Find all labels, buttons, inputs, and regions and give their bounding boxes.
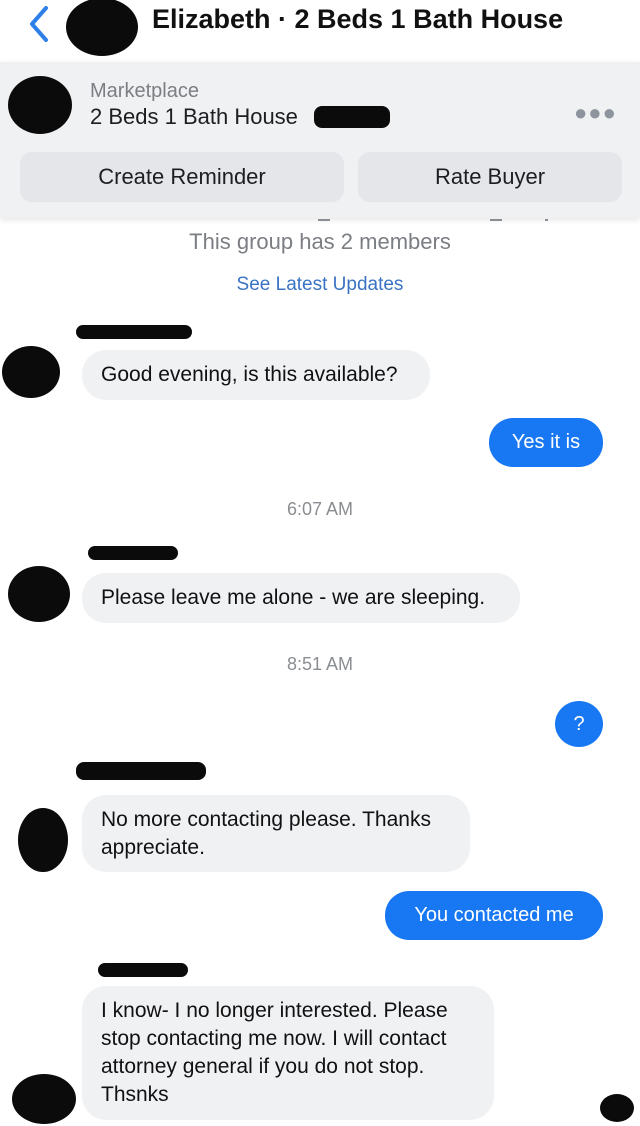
incoming-message: Good evening, is this available?: [82, 350, 430, 400]
create-reminder-button[interactable]: Create Reminder: [20, 152, 344, 202]
see-latest-updates-link[interactable]: See Latest Updates: [0, 274, 640, 296]
read-receipt-avatar: [600, 1094, 634, 1122]
incoming-message: Please leave me alone - we are sleeping.: [82, 573, 520, 623]
sender-avatar[interactable]: [12, 1074, 76, 1124]
incoming-message: I know- I no longer interested. Please s…: [82, 986, 494, 1120]
listing-title[interactable]: 2 Beds 1 Bath House: [90, 104, 298, 130]
timestamp: 6:07 AM: [286, 499, 354, 519]
more-options-icon[interactable]: ●●●: [574, 100, 617, 126]
sender-avatar[interactable]: [18, 808, 68, 872]
incoming-message: No more contacting please. Thanks apprec…: [82, 795, 470, 872]
rate-buyer-button[interactable]: Rate Buyer: [358, 152, 622, 202]
sender-avatar[interactable]: [2, 346, 60, 398]
outgoing-message: You contacted me: [385, 891, 603, 940]
timestamp: 8:51 AM: [286, 654, 354, 674]
conversation-title: Elizabeth · 2 Beds 1 Bath House: [152, 4, 564, 34]
listing-avatar[interactable]: [8, 76, 72, 134]
sender-name: [98, 963, 188, 977]
group-members-text: This group has 2 members: [189, 229, 451, 254]
sender-name: [88, 546, 178, 560]
sender-name: [76, 762, 206, 780]
back-chevron-icon[interactable]: [24, 4, 54, 44]
sender-avatar[interactable]: [8, 566, 70, 622]
sender-name: [76, 325, 192, 339]
header-avatar[interactable]: [66, 0, 138, 56]
marketplace-label: Marketplace: [90, 80, 199, 102]
outgoing-message: Yes it is: [489, 418, 603, 467]
divider: [318, 219, 548, 221]
outgoing-message: ?: [555, 701, 603, 747]
redaction-mark: [314, 106, 390, 128]
